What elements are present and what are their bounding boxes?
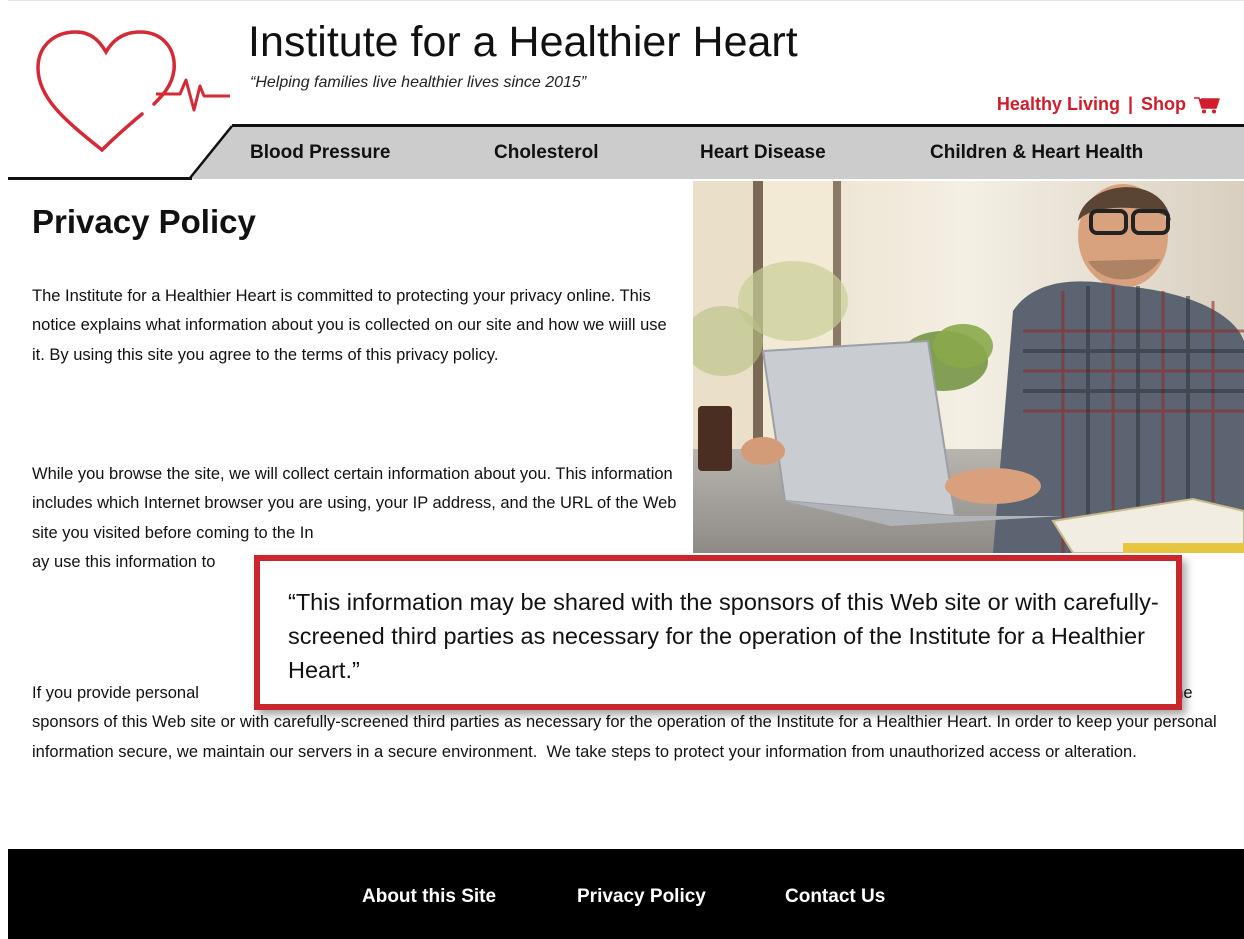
nav-blood-pressure[interactable]: Blood Pressure	[250, 142, 390, 164]
utility-nav: Healthy Living | Shop	[997, 94, 1220, 115]
nav-children-heart-health[interactable]: Children & Heart Health	[930, 142, 1143, 164]
healthy-living-link[interactable]: Healthy Living	[997, 94, 1120, 115]
privacy-policy-page: Institute for a Healthier Heart “Helping…	[0, 0, 1244, 939]
callout-quote: “This information may be shared with the…	[288, 589, 1159, 683]
policy-paragraph-1: The Institute for a Healthier Heart is c…	[32, 287, 667, 364]
footer-link-privacy-policy[interactable]: Privacy Policy	[577, 886, 706, 908]
nav-heart-disease[interactable]: Heart Disease	[700, 142, 826, 164]
hero-photo-man-at-laptop	[693, 181, 1244, 553]
utility-nav-separator: |	[1127, 94, 1133, 114]
site-tagline: “Helping families live healthier lives s…	[250, 74, 587, 91]
nav-cholesterol[interactable]: Cholesterol	[494, 142, 599, 164]
footer-link-contact[interactable]: Contact Us	[785, 886, 885, 908]
footer-link-about[interactable]: About this Site	[362, 886, 496, 908]
shopping-cart-icon[interactable]	[1194, 96, 1220, 114]
shop-link[interactable]: Shop	[1141, 94, 1186, 115]
page-top-border	[8, 0, 1244, 1]
page-title: Privacy Policy	[32, 203, 256, 240]
footer: About this Site Privacy Policy Contact U…	[8, 849, 1244, 939]
highlight-callout: “This information may be shared with the…	[254, 555, 1182, 710]
site-title: Institute for a Healthier Heart	[248, 18, 798, 66]
